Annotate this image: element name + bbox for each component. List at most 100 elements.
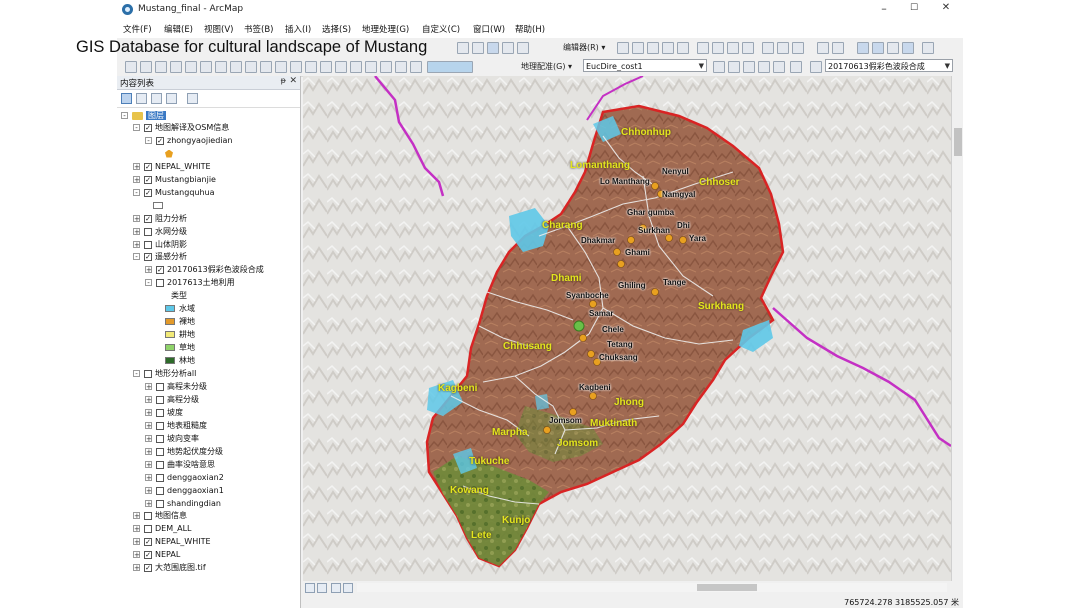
zoom-in-icon[interactable]	[857, 42, 869, 54]
contrast-icon[interactable]	[380, 61, 392, 73]
fixed-zoom-icon[interactable]	[922, 42, 934, 54]
layer-row[interactable]: + ✓ Mustangbianjie	[133, 174, 216, 186]
menu-bookmarks[interactable]: 书签(B)	[244, 23, 273, 35]
layer-row[interactable]: + 地表粗糙度	[145, 420, 207, 432]
collapse-icon[interactable]: -	[145, 279, 152, 287]
measure-icon[interactable]	[170, 61, 182, 73]
color-ramp-swatch[interactable]	[427, 61, 473, 73]
layer-row[interactable]: - ✓ zhongyaojiedian	[145, 135, 232, 147]
layer-visibility-checkbox[interactable]	[144, 369, 152, 378]
expand-icon[interactable]: +	[133, 512, 140, 520]
map-horizontal-scrollbar[interactable]	[357, 583, 947, 592]
layer-visibility-checkbox[interactable]	[156, 486, 164, 495]
refresh-icon[interactable]	[331, 583, 341, 593]
attributes-icon[interactable]	[727, 42, 739, 54]
print-icon[interactable]	[502, 42, 514, 54]
edit-tool-icon[interactable]	[617, 42, 629, 54]
layer-visibility-checkbox[interactable]	[156, 408, 164, 417]
layer-visibility-checkbox[interactable]	[156, 499, 164, 508]
layer-visibility-checkbox[interactable]	[144, 511, 152, 520]
layer-row[interactable]: + 地图信息	[133, 510, 187, 522]
horizontal-scroll-thumb[interactable]	[697, 584, 757, 591]
layer-row[interactable]: + ✓ 阻力分析	[133, 213, 187, 225]
time-slider-icon[interactable]	[215, 61, 227, 73]
georeferencing-menu[interactable]: 地理配准(G) ▾	[521, 61, 572, 72]
midpoint-icon[interactable]	[677, 42, 689, 54]
html-popup-icon[interactable]	[200, 61, 212, 73]
expand-icon[interactable]: +	[133, 551, 140, 559]
layer-row[interactable]: - ✓ 地图解译及OSM信息	[133, 122, 229, 134]
menu-file[interactable]: 文件(F)	[123, 23, 152, 35]
layer-row[interactable]: + denggaoxian1	[145, 485, 224, 497]
layer-row[interactable]: + denggaoxian2	[145, 472, 224, 484]
layer-row[interactable]: + 坡向变率	[145, 433, 199, 445]
collapse-icon[interactable]: -	[121, 112, 128, 120]
menu-insert[interactable]: 插入(I)	[285, 23, 311, 35]
close-button[interactable]: ✕	[931, 2, 961, 13]
rotate-georef-icon[interactable]	[713, 61, 725, 73]
collapse-icon[interactable]: -	[133, 189, 140, 197]
expand-icon[interactable]: +	[133, 215, 140, 223]
menu-selection[interactable]: 选择(S)	[322, 23, 351, 35]
expand-icon[interactable]: +	[145, 409, 152, 417]
open-icon[interactable]	[472, 42, 484, 54]
list-by-visibility-icon[interactable]	[151, 93, 162, 104]
identify-icon[interactable]	[140, 61, 152, 73]
expand-icon[interactable]: +	[145, 448, 152, 456]
collapse-icon[interactable]: -	[133, 124, 140, 132]
layer-visibility-checkbox[interactable]: ✓	[144, 537, 152, 546]
save-icon[interactable]	[487, 42, 499, 54]
split-tool-icon[interactable]	[697, 42, 709, 54]
expand-icon[interactable]: +	[145, 383, 152, 391]
tools-icon[interactable]	[125, 61, 137, 73]
table-icon[interactable]	[817, 42, 829, 54]
list-by-selection-icon[interactable]	[166, 93, 177, 104]
cut-icon[interactable]	[517, 42, 529, 54]
collapse-icon[interactable]: -	[133, 253, 140, 261]
view-link-table-icon[interactable]	[758, 61, 770, 73]
viewer-icon[interactable]	[773, 61, 785, 73]
brightness-icon[interactable]	[395, 61, 407, 73]
layer-row[interactable]: + 曲率没啥意思	[145, 459, 215, 471]
expand-icon[interactable]: +	[145, 396, 152, 404]
layer-visibility-checkbox[interactable]: ✓	[156, 136, 164, 145]
swipe-layer-select[interactable]: 20170613假彩色波段合成 ▼	[825, 59, 953, 72]
rotate-tool-icon[interactable]	[712, 42, 724, 54]
layer-visibility-checkbox[interactable]: ✓	[144, 550, 152, 559]
layer-visibility-checkbox[interactable]: ✓	[144, 252, 152, 261]
layer-visibility-checkbox[interactable]	[144, 240, 152, 249]
layer-properties-icon[interactable]	[832, 42, 844, 54]
select-elements-icon[interactable]	[290, 61, 302, 73]
options-icon[interactable]	[187, 93, 198, 104]
reshape-icon[interactable]	[777, 42, 789, 54]
layer-visibility-checkbox[interactable]	[144, 524, 152, 533]
straight-segment-icon[interactable]	[647, 42, 659, 54]
layer-visibility-checkbox[interactable]	[156, 473, 164, 482]
expand-icon[interactable]: +	[145, 500, 152, 508]
zoom-out-icon[interactable]	[872, 42, 884, 54]
layout-view-icon[interactable]	[317, 583, 327, 593]
pin-icon[interactable]: ᵽ	[281, 76, 286, 85]
layer-visibility-checkbox[interactable]	[156, 460, 164, 469]
select-features-icon[interactable]	[260, 61, 272, 73]
layer-visibility-checkbox[interactable]: ✓	[156, 265, 164, 274]
trace-icon[interactable]	[662, 42, 674, 54]
layer-visibility-checkbox[interactable]	[156, 278, 164, 287]
layer-row[interactable]: - ✓ 遥感分析	[133, 251, 187, 263]
layer-row[interactable]: + ✓ NEPAL_WHITE	[133, 161, 211, 173]
layer-visibility-checkbox[interactable]	[156, 421, 164, 430]
menu-windows[interactable]: 窗口(W)	[473, 23, 505, 35]
layer-visibility-checkbox[interactable]: ✓	[144, 123, 152, 132]
info-icon[interactable]	[305, 61, 317, 73]
map-canvas[interactable]	[303, 76, 951, 581]
expand-icon[interactable]: +	[145, 487, 152, 495]
sketch-properties-icon[interactable]	[742, 42, 754, 54]
layer-row[interactable]: + ✓ 大范围底图.tif	[133, 562, 206, 574]
layer-visibility-checkbox[interactable]: ✓	[144, 162, 152, 171]
menu-view[interactable]: 视图(V)	[204, 23, 233, 35]
vertical-scroll-thumb[interactable]	[954, 128, 962, 156]
layer-row[interactable]: + shandingdian	[145, 498, 221, 510]
layer-tree-root[interactable]: - 图层	[121, 110, 166, 122]
transparency-icon[interactable]	[410, 61, 422, 73]
layer-visibility-checkbox[interactable]	[156, 447, 164, 456]
